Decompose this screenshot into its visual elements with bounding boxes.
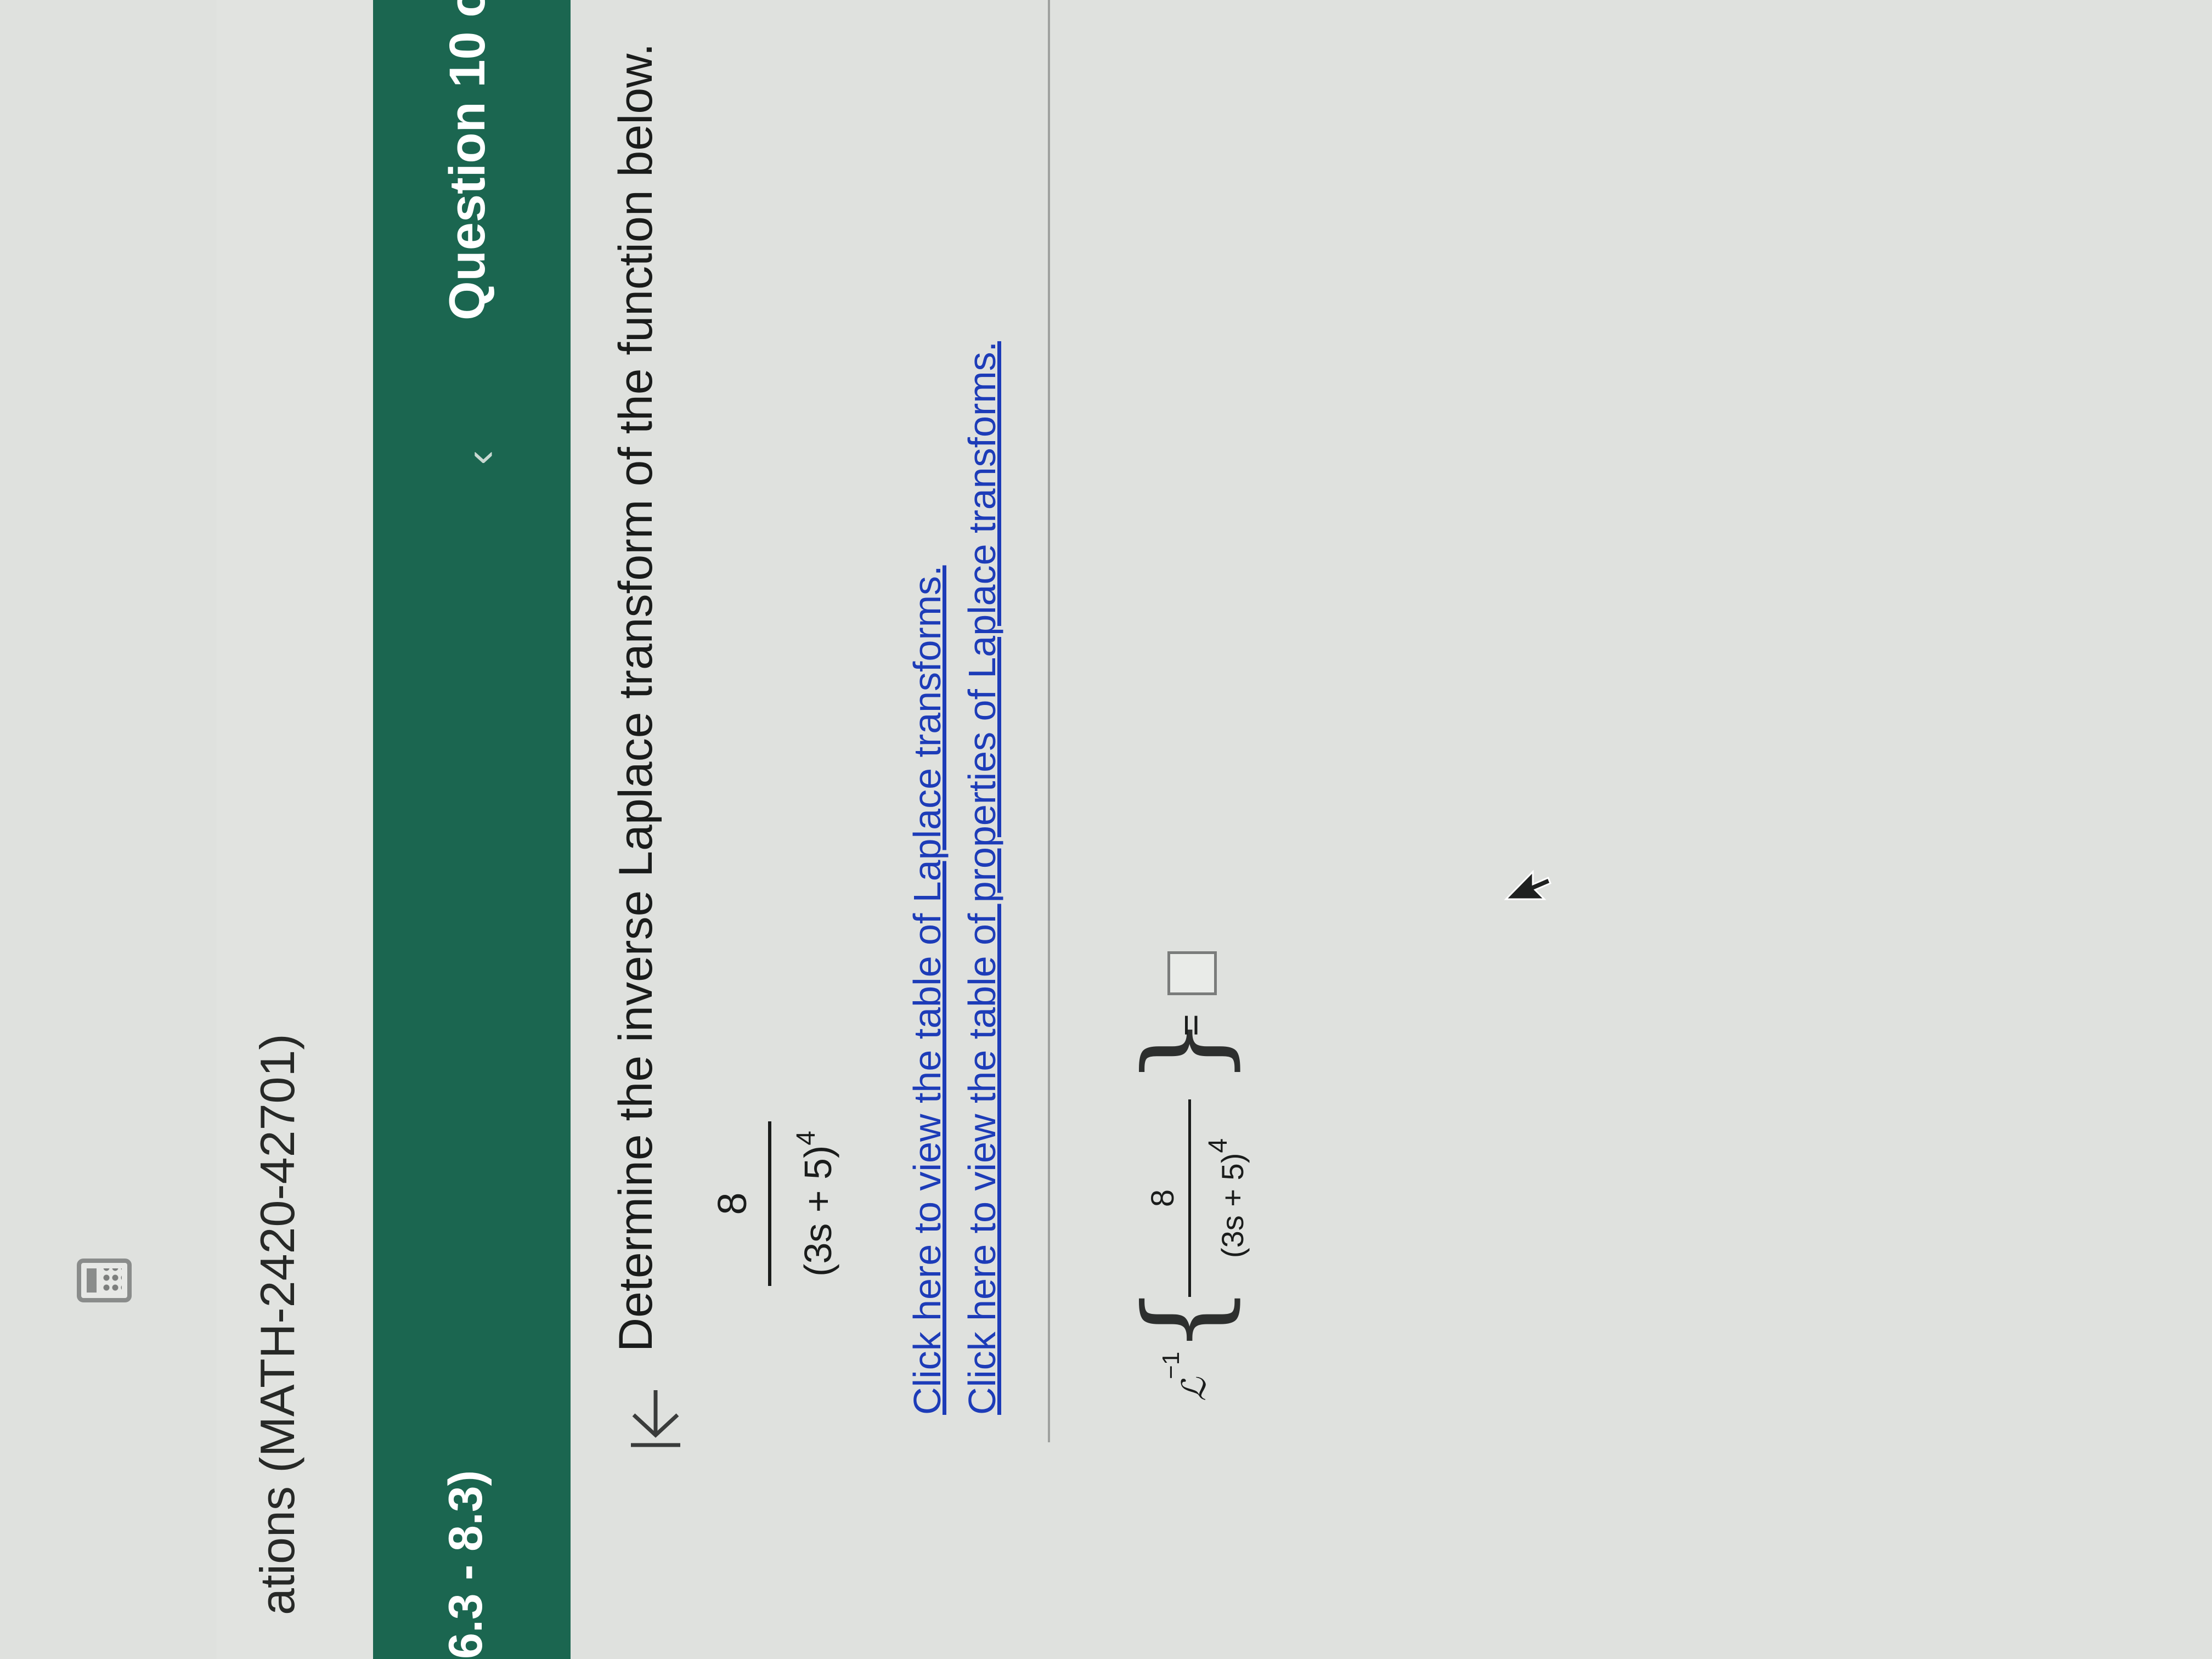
inverse-exponent: −1 xyxy=(1158,1351,1184,1379)
function-denominator: (3s + 5)4 xyxy=(779,1110,845,1297)
laplace-properties-link[interactable]: Click here to view the table of properti… xyxy=(960,341,1004,1415)
course-title: ations (MATH-2420-42701) xyxy=(250,1034,304,1615)
equation-fraction: 8 (3s + 5)4 xyxy=(1141,1088,1255,1308)
collapse-left-arrow-icon[interactable] xyxy=(623,1385,689,1451)
equation-numerator: 8 xyxy=(1145,1189,1181,1207)
function-numerator: 8 xyxy=(709,1192,755,1215)
denominator-base: (3s + 5) xyxy=(797,1145,839,1277)
top-strip xyxy=(0,0,217,1659)
fraction-bar xyxy=(768,1121,771,1286)
calculator-icon[interactable] xyxy=(77,1259,132,1302)
question-content: Determine the inverse Laplace transform … xyxy=(571,0,2212,1659)
answer-input[interactable] xyxy=(1167,951,1217,995)
equation-denominator: (3s + 5)4 xyxy=(1197,1088,1255,1308)
divider xyxy=(1048,0,1050,1442)
photo-frame: ations (MATH-2420-42701) 6.3 - 8.3) ‹ Qu… xyxy=(0,0,2212,1659)
question-counter: Question 10 of 15 xyxy=(439,0,495,320)
laplace-table-link[interactable]: Click here to view the table of Laplace … xyxy=(905,565,949,1415)
laplace-operator: ℒ xyxy=(1175,1377,1214,1401)
chevron-left-icon[interactable]: ‹ xyxy=(453,430,507,485)
mouse-pointer-icon xyxy=(1504,870,1551,900)
denominator-exponent: 4 xyxy=(792,1131,821,1146)
section-range-label: 6.3 - 8.3) xyxy=(439,1470,492,1659)
equation-denominator-base: (3s + 5) xyxy=(1215,1153,1250,1259)
screen: ations (MATH-2420-42701) 6.3 - 8.3) ‹ Qu… xyxy=(0,0,2212,1659)
question-prompt: Determine the inverse Laplace transform … xyxy=(610,43,662,1352)
equation-fraction-bar xyxy=(1188,1099,1191,1297)
equals-sign: = xyxy=(1169,1014,1212,1036)
function-fraction: 8 (3s + 5)4 xyxy=(702,1110,845,1297)
equation-denominator-exponent: 4 xyxy=(1204,1138,1233,1153)
